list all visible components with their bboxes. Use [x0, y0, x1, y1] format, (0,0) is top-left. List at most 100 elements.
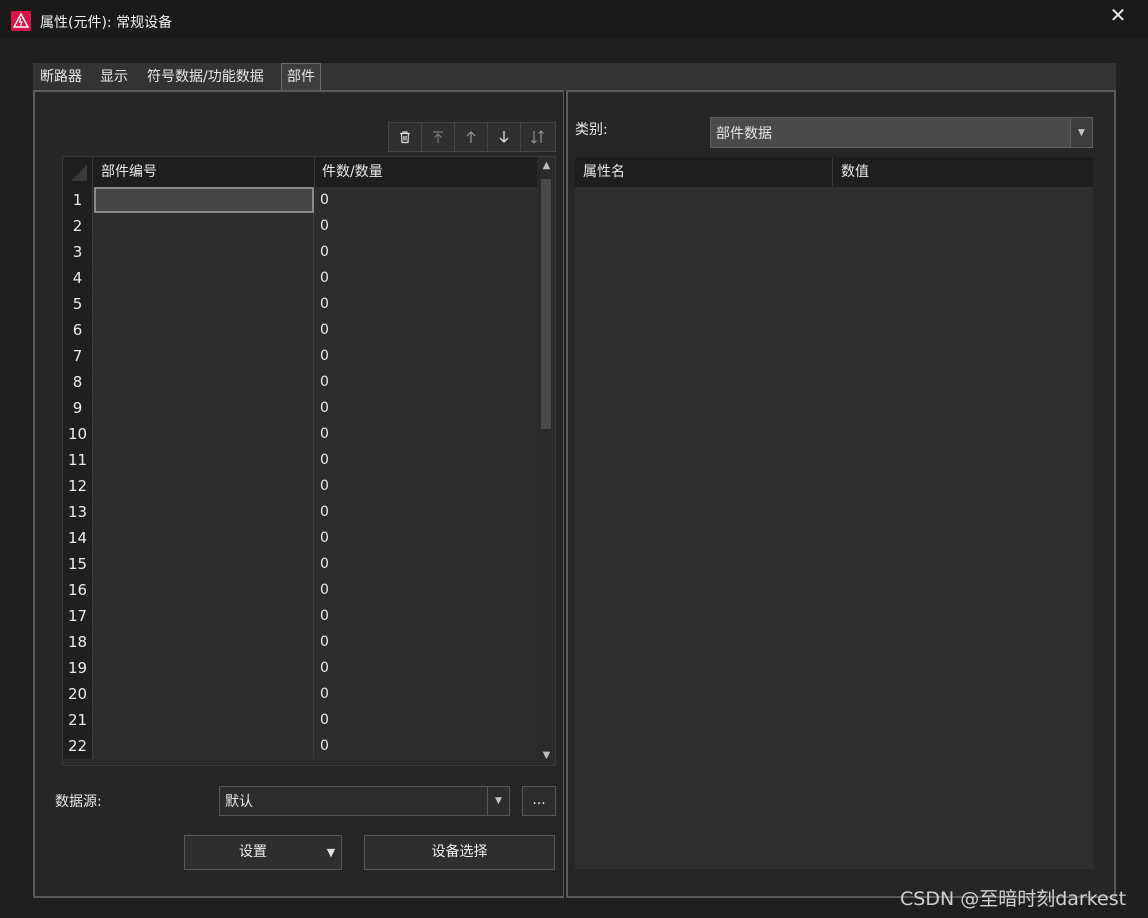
category-select[interactable]: 部件数据 ▼ — [710, 117, 1093, 148]
table-row[interactable]: 13 0 — [63, 499, 537, 525]
part-number-cell[interactable] — [94, 551, 314, 577]
row-number[interactable]: 4 — [63, 265, 93, 291]
part-number-cell[interactable] — [94, 213, 314, 239]
quantity-cell[interactable]: 0 — [315, 291, 537, 317]
row-number[interactable]: 1 — [63, 187, 93, 213]
row-number[interactable]: 21 — [63, 707, 93, 733]
table-row[interactable]: 20 — [63, 213, 537, 239]
scroll-up-arrow-icon[interactable]: ▲ — [537, 157, 555, 175]
part-number-cell[interactable] — [94, 681, 314, 707]
chevron-down-icon[interactable]: ▼ — [1070, 118, 1092, 147]
part-number-cell[interactable] — [94, 629, 314, 655]
tab-parts[interactable]: 部件 — [281, 63, 321, 92]
quantity-cell[interactable]: 0 — [315, 629, 537, 655]
tab-symbol-function-data[interactable]: 符号数据/功能数据 — [142, 63, 269, 91]
quantity-cell[interactable]: 0 — [315, 733, 537, 759]
row-number[interactable]: 19 — [63, 655, 93, 681]
scroll-down-arrow-icon[interactable]: ▼ — [537, 747, 555, 765]
delete-button[interactable] — [389, 123, 422, 151]
row-number[interactable]: 3 — [63, 239, 93, 265]
part-number-cell[interactable] — [94, 421, 314, 447]
close-button[interactable]: ✕ — [1100, 0, 1136, 30]
table-row[interactable]: 22 0 — [63, 733, 537, 759]
part-number-cell[interactable] — [94, 265, 314, 291]
part-number-cell[interactable] — [94, 733, 314, 759]
quantity-cell[interactable]: 0 — [315, 655, 537, 681]
part-number-cell[interactable] — [94, 473, 314, 499]
quantity-cell[interactable]: 0 — [315, 681, 537, 707]
move-up-button[interactable] — [455, 123, 488, 151]
quantity-cell[interactable]: 0 — [315, 499, 537, 525]
table-row[interactable]: 40 — [63, 265, 537, 291]
part-number-cell[interactable] — [94, 343, 314, 369]
table-row[interactable]: 60 — [63, 317, 537, 343]
row-number[interactable]: 11 — [63, 447, 93, 473]
settings-dropdown-caret-icon[interactable]: ▼ — [321, 836, 341, 869]
column-header-part-number[interactable]: 部件编号 — [94, 157, 315, 187]
quantity-cell[interactable]: 0 — [315, 707, 537, 733]
part-number-cell[interactable] — [94, 447, 314, 473]
part-number-cell[interactable] — [94, 317, 314, 343]
tab-circuit-breaker[interactable]: 断路器 — [35, 63, 87, 91]
quantity-cell[interactable]: 0 — [315, 343, 537, 369]
table-row[interactable]: 15 0 — [63, 551, 537, 577]
table-row[interactable]: 20 0 — [63, 681, 537, 707]
quantity-cell[interactable]: 0 — [315, 369, 537, 395]
quantity-cell[interactable]: 0 — [315, 447, 537, 473]
row-number[interactable]: 22 — [63, 733, 93, 759]
row-number[interactable]: 15 — [63, 551, 93, 577]
part-number-cell[interactable] — [94, 395, 314, 421]
column-header-value[interactable]: 数值 — [833, 157, 1093, 187]
quantity-cell[interactable]: 0 — [315, 421, 537, 447]
quantity-cell[interactable]: 0 — [315, 577, 537, 603]
part-number-cell[interactable] — [94, 603, 314, 629]
chevron-down-icon[interactable]: ▼ — [487, 787, 509, 815]
table-row[interactable]: 14 0 — [63, 525, 537, 551]
table-row[interactable]: 18 0 — [63, 629, 537, 655]
sort-button[interactable] — [521, 123, 554, 151]
row-number[interactable]: 8 — [63, 369, 93, 395]
device-select-button[interactable]: 设备选择 — [364, 835, 555, 870]
table-row[interactable]: 12 0 — [63, 473, 537, 499]
part-number-cell[interactable] — [94, 499, 314, 525]
table-row[interactable]: 50 — [63, 291, 537, 317]
table-row[interactable]: 90 — [63, 395, 537, 421]
table-row[interactable]: 16 0 — [63, 577, 537, 603]
part-number-cell[interactable] — [94, 707, 314, 733]
row-number[interactable]: 17 — [63, 603, 93, 629]
part-number-cell[interactable] — [94, 655, 314, 681]
table-row[interactable]: 10 — [63, 187, 537, 213]
quantity-cell[interactable]: 0 — [315, 187, 537, 213]
tab-display[interactable]: 显示 — [95, 63, 133, 91]
row-number[interactable]: 7 — [63, 343, 93, 369]
datasource-more-button[interactable]: ... — [522, 786, 556, 816]
select-all-corner[interactable] — [63, 157, 93, 187]
quantity-cell[interactable]: 0 — [315, 265, 537, 291]
grid-scrollbar[interactable]: ▲ ▼ — [537, 157, 555, 765]
table-row[interactable]: 30 — [63, 239, 537, 265]
quantity-cell[interactable]: 0 — [315, 551, 537, 577]
table-row[interactable]: 80 — [63, 369, 537, 395]
part-number-cell[interactable] — [94, 291, 314, 317]
settings-button[interactable]: 设置 ▼ — [184, 835, 342, 870]
column-header-property-name[interactable]: 属性名 — [575, 157, 833, 187]
scrollbar-thumb[interactable] — [541, 179, 551, 429]
part-number-cell[interactable] — [94, 369, 314, 395]
table-row[interactable]: 70 — [63, 343, 537, 369]
row-number[interactable]: 10 — [63, 421, 93, 447]
table-row[interactable]: 17 0 — [63, 603, 537, 629]
move-top-button[interactable] — [422, 123, 455, 151]
row-number[interactable]: 12 — [63, 473, 93, 499]
quantity-cell[interactable]: 0 — [315, 525, 537, 551]
quantity-cell[interactable]: 0 — [315, 239, 537, 265]
row-number[interactable]: 18 — [63, 629, 93, 655]
table-row[interactable]: 19 0 — [63, 655, 537, 681]
row-number[interactable]: 16 — [63, 577, 93, 603]
quantity-cell[interactable]: 0 — [315, 603, 537, 629]
part-number-cell[interactable] — [94, 187, 314, 213]
row-number[interactable]: 20 — [63, 681, 93, 707]
row-number[interactable]: 9 — [63, 395, 93, 421]
quantity-cell[interactable]: 0 — [315, 317, 537, 343]
row-number[interactable]: 13 — [63, 499, 93, 525]
part-number-cell[interactable] — [94, 525, 314, 551]
